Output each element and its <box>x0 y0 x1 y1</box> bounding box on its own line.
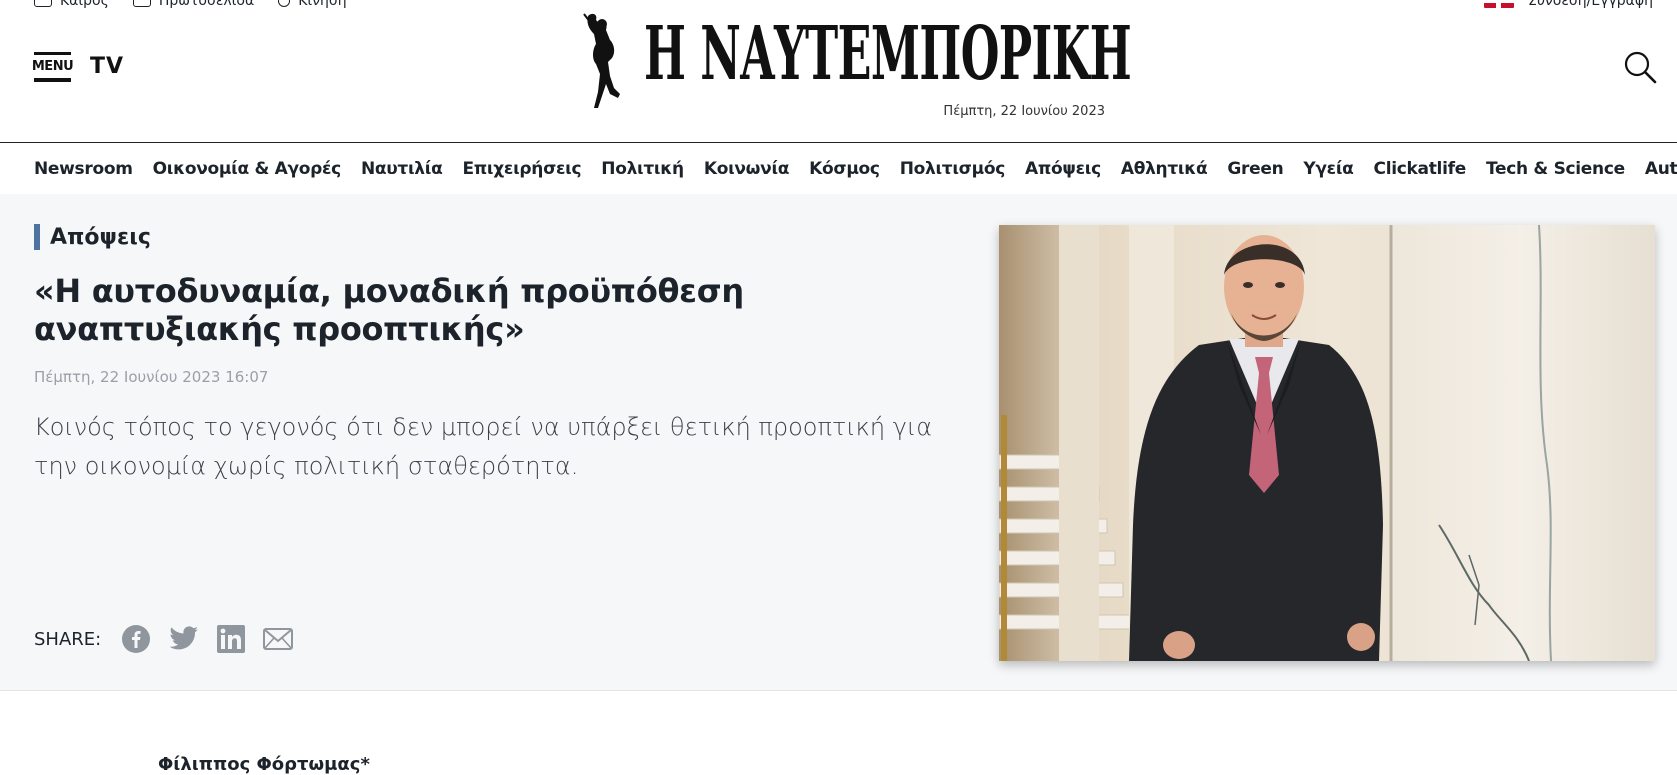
nav-item-tech-science[interactable]: Tech & Science <box>1486 159 1625 179</box>
logo-wordmark: Η ΝΑΥΤΕΜΠΟΡΙΚΗ <box>644 11 1132 97</box>
tv-link[interactable]: TV <box>90 54 124 79</box>
nav-item-business[interactable]: Επιχειρήσεις <box>462 159 581 179</box>
utility-traffic-label: Κίνηση <box>298 0 347 9</box>
category-accent-bar <box>34 224 40 250</box>
twitter-icon[interactable] <box>169 626 199 652</box>
author-portrait-image <box>999 225 1655 661</box>
nav-item-opinions[interactable]: Απόψεις <box>1025 159 1101 179</box>
menu-button[interactable]: MENU <box>32 52 74 82</box>
nav-item-newsroom[interactable]: Newsroom <box>34 159 133 179</box>
nav-item-world[interactable]: Κόσμος <box>809 159 880 179</box>
traffic-icon <box>278 0 291 7</box>
linkedin-icon[interactable] <box>217 625 246 653</box>
nav-item-green[interactable]: Green <box>1227 159 1283 179</box>
nav-item-economy-markets[interactable]: Οικονομία & Αγορές <box>153 159 342 179</box>
nav-item-clickatlife[interactable]: Clickatlife <box>1374 159 1467 179</box>
utility-traffic[interactable]: Κίνηση <box>278 0 347 9</box>
category-label[interactable]: Απόψεις <box>34 224 151 250</box>
uk-flag-icon[interactable] <box>1483 0 1514 8</box>
nav-item-culture[interactable]: Πολιτισμός <box>900 159 1006 179</box>
utility-weather[interactable]: Καιρός <box>34 0 109 9</box>
header-date: Πέμπτη, 22 Ιουνίου 2023 <box>943 104 1105 119</box>
nav-item-sports[interactable]: Αθλητικά <box>1121 159 1208 179</box>
article-title: «Η αυτοδυναμία, μοναδική προϋπόθεση αναπ… <box>34 272 744 348</box>
article-lead: Κοινός τόπος το γεγονός ότι δεν μπορεί ν… <box>34 413 933 480</box>
article-author: Φίλιππος Φόρτωμας* <box>158 754 370 775</box>
nav-item-society[interactable]: Κοινωνία <box>704 159 790 179</box>
weather-icon <box>34 0 52 7</box>
utility-right: Σύνδεση/Εγγραφή <box>1483 0 1653 9</box>
newspaper-icon <box>132 0 151 7</box>
utility-frontpages[interactable]: Πρωτοσέλιδα <box>132 0 255 9</box>
article-photo[interactable] <box>999 225 1655 661</box>
site-logo[interactable]: Η ΝΑΥΤΕΜΠΟΡΙΚΗ Πέμπτη, 22 Ιουνίου 2023 <box>580 6 1132 126</box>
utility-frontpages-label: Πρωτοσέλιδα <box>158 0 255 9</box>
category-name: Απόψεις <box>50 224 151 250</box>
share-bar: SHARE: <box>34 624 294 654</box>
utility-bar: Καιρός Πρωτοσέλιδα Κίνηση <box>34 0 347 9</box>
search-icon[interactable] <box>1623 50 1657 84</box>
utility-weather-label: Καιρός <box>60 0 109 9</box>
facebook-icon[interactable] <box>121 624 151 654</box>
article-date: Πέμπτη, 22 Ιουνίου 2023 16:07 <box>34 368 269 386</box>
article-hero: Απόψεις «Η αυτοδυναμία, μοναδική προϋπόθ… <box>0 194 1677 691</box>
email-icon[interactable] <box>263 628 294 650</box>
nav-item-health[interactable]: Υγεία <box>1303 159 1353 179</box>
nav-item-auto[interactable]: Auto <box>1645 159 1677 179</box>
main-nav: Newsroom Οικονομία & Αγορές Ναυτιλία Επι… <box>0 142 1677 195</box>
hermes-figure-icon <box>583 13 620 109</box>
nav-item-shipping[interactable]: Ναυτιλία <box>361 159 443 179</box>
login-link[interactable]: Σύνδεση/Εγγραφή <box>1528 0 1653 9</box>
share-label: SHARE: <box>34 628 102 650</box>
nav-item-politics[interactable]: Πολιτική <box>601 159 684 179</box>
